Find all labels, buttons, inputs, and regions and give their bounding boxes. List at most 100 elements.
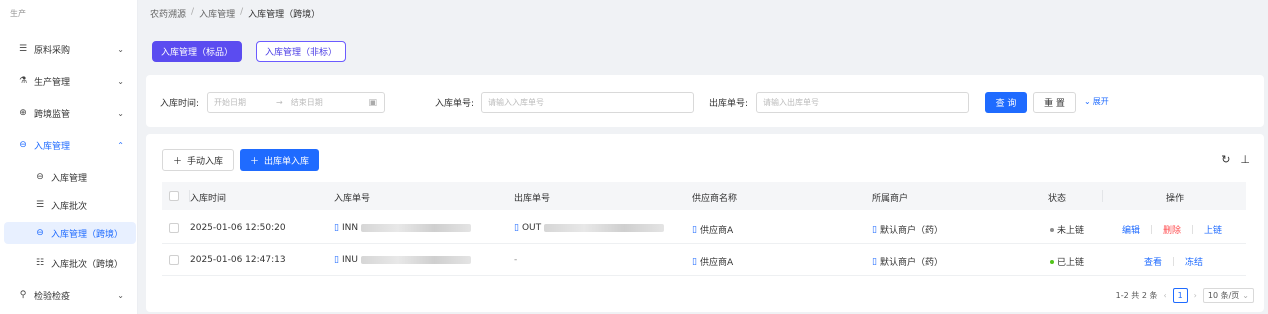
expand-label: 展开	[1092, 97, 1109, 106]
refresh-icon[interactable]: ↻	[1221, 153, 1230, 166]
sidebar: 生产 ☰ 原料采购 ⌄ ⚗ 生产管理 ⌄ ⊕ 跨境监管 ⌄ ⊖ 入库管理 ⌃ ⊖…	[0, 0, 138, 314]
plus-icon: ＋	[173, 156, 183, 167]
calendar-icon: ▣	[368, 97, 377, 108]
row-checkbox[interactable]	[169, 255, 179, 265]
cell-inbound-no[interactable]: ▯ INU	[334, 255, 471, 265]
chevron-down-icon: ⌄	[117, 44, 124, 54]
outbound-no-text: OUT	[521, 223, 542, 233]
outbound-no-placeholder: 请输入出库单号	[763, 98, 819, 107]
sidebar-subitem-label: 入库管理	[51, 173, 88, 184]
tab-non-standard[interactable]: 入库管理（非标）	[256, 41, 347, 62]
tab-standard[interactable]: 入库管理（标品）	[152, 41, 243, 62]
inbound-icon: ⊖	[19, 140, 27, 150]
pagination: 1-2 共 2 条 ‹ 1 › 10 条/页 ⌄	[1116, 288, 1254, 303]
sidebar-subitem-label: 入库批次	[51, 201, 88, 212]
column-header: 供应商名称	[692, 194, 738, 204]
breadcrumb-separator: /	[240, 7, 244, 17]
cell-merchant[interactable]: ▯ 默认商户（药）	[872, 255, 943, 269]
sidebar-item-label: 跨境监管	[34, 109, 71, 120]
supplier-text: 供应商A	[699, 258, 734, 268]
column-header: 所属商户	[872, 194, 909, 204]
cell-time: 2025-01-06 12:50:20	[190, 223, 286, 233]
reset-button[interactable]: 重 置	[1033, 92, 1076, 113]
cell-inbound-no[interactable]: ▯ INN	[334, 223, 472, 233]
cell-outbound-no: -	[514, 255, 518, 265]
sidebar-subitem-inbound-cross-border[interactable]: ⊖ 入库管理（跨境）	[4, 222, 136, 244]
column-header: 操作	[1166, 194, 1185, 204]
cell-supplier[interactable]: ▯ 供应商A	[692, 255, 734, 269]
document-icon: ▯	[872, 256, 877, 267]
end-date-placeholder: 结束日期	[290, 98, 323, 107]
breadcrumb-current: 入库管理（跨境）	[248, 10, 321, 20]
sidebar-item-label: 原料采购	[34, 45, 71, 56]
inbound-no-text: INN	[341, 223, 359, 233]
sidebar-item-cross-border[interactable]: ⊕ 跨境监管 ⌄	[0, 102, 138, 124]
query-button[interactable]: 查 询	[985, 92, 1027, 113]
start-date-placeholder: 开始日期	[214, 98, 246, 107]
inbound-no-placeholder: 请输入入库单号	[488, 98, 544, 107]
inbound-no-text: INU	[341, 255, 358, 265]
chevron-down-icon: ⌄	[117, 108, 124, 118]
table-panel: ＋ 手动入库 ＋ 出库单入库 ↻ ⊥ 入库时间 入库单号 出库单号 供应商名称 …	[146, 134, 1264, 312]
search-panel: 入库时间: 开始日期 → 结束日期 ▣ 入库单号: 请输入入库单号 出库单号: …	[146, 75, 1264, 127]
status-text: 未上链	[1057, 226, 1085, 236]
expand-toggle[interactable]: ⌄ 展开	[1084, 96, 1109, 107]
main-content: 农药溯源 / 入库管理 / 入库管理（跨境） 入库管理（标品） 入库管理（非标）…	[138, 0, 1268, 314]
cell-merchant[interactable]: ▯ 默认商户（药）	[872, 223, 943, 237]
cell-outbound-no[interactable]: ▯ OUT	[514, 223, 665, 233]
page-size-select[interactable]: 10 条/页 ⌄	[1202, 288, 1254, 303]
sidebar-subitem-inbound[interactable]: ⊖ 入库管理	[0, 166, 138, 188]
sidebar-heading: 生产	[10, 9, 26, 18]
cell-supplier[interactable]: ▯ 供应商A	[692, 223, 733, 237]
breadcrumb-separator: /	[191, 7, 195, 17]
outbound-to-inbound-label: 出库单入库	[264, 156, 310, 167]
document-icon: ▯	[872, 224, 877, 235]
sidebar-item-label: 生产管理	[34, 77, 71, 88]
column-divider	[1102, 190, 1103, 202]
breadcrumb-item[interactable]: 农药溯源	[150, 7, 186, 20]
sidebar-subitem-label: 入库管理（跨境）	[51, 229, 124, 240]
sidebar-item-production[interactable]: ⚗ 生产管理 ⌄	[0, 70, 138, 92]
freeze-link[interactable]: 冻结	[1185, 255, 1203, 268]
view-link[interactable]: 查看	[1144, 255, 1162, 268]
inbound-no-input[interactable]: 请输入入库单号	[481, 92, 694, 113]
column-header: 出库单号	[514, 194, 551, 204]
date-range-picker[interactable]: 开始日期 → 结束日期 ▣	[207, 92, 385, 113]
sidebar-item-raw-material[interactable]: ☰ 原料采购 ⌄	[0, 38, 138, 60]
action-divider	[1151, 225, 1153, 234]
sidebar-item-inbound[interactable]: ⊖ 入库管理 ⌃	[0, 134, 138, 156]
column-header: 入库单号	[334, 194, 371, 204]
outbound-no-input[interactable]: 请输入出库单号	[756, 92, 969, 113]
select-all-checkbox[interactable]	[169, 191, 179, 201]
row-checkbox[interactable]	[169, 223, 179, 233]
cell-status: 已上链	[1050, 255, 1084, 268]
tab-bar: 入库管理（标品） 入库管理（非标）	[152, 41, 347, 62]
breadcrumb-item[interactable]: 入库管理	[199, 7, 235, 20]
chevron-down-icon: ⌄	[117, 290, 124, 300]
chain-link[interactable]: 上链	[1204, 223, 1222, 236]
sidebar-subitem-inbound-batch[interactable]: ☰ 入库批次	[0, 194, 138, 216]
document-icon: ▯	[514, 223, 519, 233]
flask-icon: ⚗	[18, 76, 28, 86]
globe-icon: ⊕	[19, 108, 27, 118]
document-icon: ▯	[334, 255, 339, 265]
page-number[interactable]: 1	[1172, 288, 1188, 303]
table-row: 2025-01-06 12:47:13 ▯ INU - ▯ 供应商A ▯ 默认商…	[162, 244, 1246, 276]
inbound-icon: ⊖	[36, 228, 44, 238]
cell-time: 2025-01-06 12:47:13	[190, 255, 286, 265]
action-divider	[1173, 257, 1175, 266]
next-page-icon[interactable]: ›	[1194, 291, 1197, 300]
manual-inbound-button[interactable]: ＋ 手动入库	[162, 149, 235, 171]
sidebar-item-inspection[interactable]: ⚲ 检验检疫 ⌄	[0, 284, 138, 306]
sidebar-subitem-inbound-batch-cross-border[interactable]: ☷ 入库批次（跨境）	[0, 252, 138, 274]
range-arrow: →	[276, 98, 283, 107]
outbound-no-label: 出库单号:	[709, 99, 749, 109]
cell-status: 未上链	[1050, 223, 1084, 236]
redacted-text	[360, 256, 471, 264]
column-height-icon[interactable]: ⊥	[1240, 153, 1250, 166]
prev-page-icon[interactable]: ‹	[1163, 291, 1166, 300]
outbound-to-inbound-button[interactable]: ＋ 出库单入库	[240, 149, 320, 171]
edit-link[interactable]: 编辑	[1122, 223, 1140, 236]
delete-link[interactable]: 删除	[1163, 223, 1181, 236]
status-dot	[1050, 259, 1054, 264]
